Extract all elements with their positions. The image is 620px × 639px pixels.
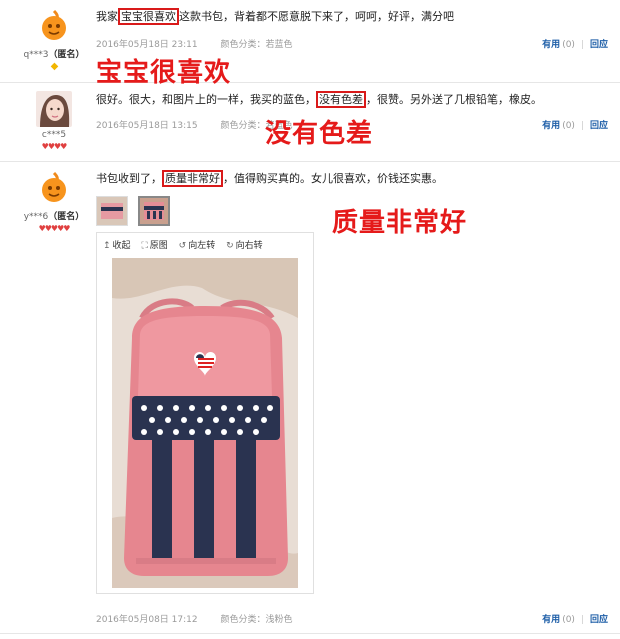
username-text: q***3	[23, 50, 49, 60]
collapse-button[interactable]: ↥ 收起	[103, 241, 131, 251]
original-label: 原图	[149, 241, 168, 251]
review-item: q***3（匿名） ◆ 我家 宝宝很喜欢 这款书包，背着都不愿意脱下来了，呵呵，好评…	[0, 0, 620, 88]
useful-button[interactable]: 有用	[542, 40, 560, 50]
user-photo-icon	[36, 91, 72, 127]
username-text: y***6	[23, 212, 49, 222]
category-label: 颜色分类：	[220, 615, 266, 625]
review-meta: 2016年05月18日 23:11 颜色分类：若蓝色	[96, 37, 293, 50]
rank-icon: ◆	[50, 61, 59, 72]
highlight-box: 宝宝很喜欢	[118, 8, 179, 25]
rank-hearts-icon: ♥♥♥♥♥	[38, 224, 71, 233]
rotate-left-icon: ↺	[178, 241, 187, 251]
pink-backpack-image	[112, 258, 298, 588]
avatar[interactable]	[36, 170, 72, 206]
reply-button[interactable]: 回应	[590, 615, 608, 625]
rotate-left-button[interactable]: ↺ 向左转	[179, 241, 216, 251]
annotation-text: 质量非常好	[332, 208, 468, 238]
divider: |	[580, 40, 584, 50]
highlight-box: 质量非常好	[162, 170, 223, 187]
default-avatar-icon	[36, 8, 72, 44]
viewer-toolbar: ↥ 收起 ⛶ 原图 ↺ 向左转 ↻ 向右转	[97, 233, 313, 251]
review-text-part: 这款书包，背着都不愿意脱下来了，呵呵，好评，满分吧	[179, 10, 454, 23]
anonymous-tag: （匿名）	[48, 212, 85, 222]
review-actions: 有用 (0) | 回应	[542, 37, 608, 50]
color-category: 颜色分类：浅粉色	[220, 615, 292, 625]
divider: |	[580, 615, 584, 625]
anonymous-tag: （匿名）	[48, 50, 85, 60]
useful-count: (0)	[562, 40, 575, 50]
review-date: 2016年05月08日 17:12	[96, 615, 198, 625]
review-text-part: 我家	[96, 10, 118, 23]
useful-button[interactable]: 有用	[542, 121, 560, 131]
review-meta: 2016年05月08日 17:12 颜色分类：浅粉色	[96, 612, 293, 625]
category-value: 浅粉色	[265, 615, 293, 625]
reviewer-info: q***3（匿名） ◆	[22, 8, 86, 72]
collapse-icon: ↥	[103, 241, 111, 251]
username[interactable]: y***6（匿名）	[22, 209, 86, 222]
review-meta: 2016年05月18日 13:15 颜色分类：若蓝色	[96, 118, 293, 131]
divider: |	[580, 121, 584, 131]
useful-count: (0)	[562, 121, 575, 131]
review-date: 2016年05月18日 13:15	[96, 121, 198, 131]
review-text-part: 很好。很大，和图片上的一样，我买的蓝色，	[96, 93, 316, 106]
avatar[interactable]	[36, 8, 72, 44]
review-text: 书包收到了， 质量非常好 ，值得购买真的。女儿很喜欢，价钱还实惠。	[96, 170, 608, 187]
expand-icon: ⛶	[141, 241, 148, 251]
reviewer-info: y***6（匿名） ♥♥♥♥♥	[22, 170, 86, 233]
reply-button[interactable]: 回应	[590, 121, 608, 131]
rotate-left-label: 向左转	[188, 241, 216, 251]
thumbnail-image-icon	[97, 197, 127, 225]
review-content: 书包收到了， 质量非常好 ，值得购买真的。女儿很喜欢，价钱还实惠。 ↥ 收起 ⛶…	[96, 170, 608, 632]
rank-hearts-icon: ♥♥♥♥	[41, 142, 68, 151]
review-actions: 有用 (0) | 回应	[542, 612, 608, 625]
username-text: c***5	[41, 130, 67, 140]
review-item: y***6（匿名） ♥♥♥♥♥ 书包收到了， 质量非常好 ，值得购买真的。女儿很喜欢…	[0, 162, 620, 634]
category-label: 颜色分类：	[220, 121, 266, 131]
username[interactable]: c***5	[22, 130, 86, 140]
product-photo[interactable]	[112, 258, 298, 588]
review-text-part: ，很赞。另外送了几根铅笔，橡皮。	[366, 93, 542, 106]
review-date: 2016年05月18日 23:11	[96, 40, 198, 50]
category-label: 颜色分类：	[220, 40, 266, 50]
annotation-text: 没有色差	[265, 119, 374, 149]
rotate-right-label: 向右转	[235, 241, 263, 251]
reviewer-info: c***5 ♥♥♥♥	[22, 91, 86, 151]
thumbnail-image-icon	[139, 198, 168, 224]
review-text: 很好。很大，和图片上的一样，我买的蓝色， 没有色差 ，很赞。另外送了几根铅笔，橡皮。	[96, 91, 608, 108]
review-actions: 有用 (0) | 回应	[542, 118, 608, 131]
rotate-right-icon: ↻	[226, 241, 234, 251]
useful-count: (0)	[562, 615, 575, 625]
collapse-label: 收起	[112, 241, 131, 251]
rotate-right-button[interactable]: ↻ 向右转	[226, 241, 263, 251]
username[interactable]: q***3（匿名）	[22, 47, 86, 60]
review-text-part: ，值得购买真的。女儿很喜欢，价钱还实惠。	[223, 172, 443, 185]
original-button[interactable]: ⛶ 原图	[141, 241, 167, 251]
highlight-box: 没有色差	[316, 91, 366, 108]
photo-thumbnails	[96, 196, 176, 226]
review-text-part: 书包收到了，	[96, 172, 162, 185]
default-avatar-icon	[36, 170, 72, 206]
photo-thumbnail-selected[interactable]	[137, 196, 170, 226]
review-text: 我家 宝宝很喜欢 这款书包，背着都不愿意脱下来了，呵呵，好评，满分吧	[96, 8, 608, 25]
photo-thumbnail[interactable]	[96, 196, 128, 226]
photo-viewer: ↥ 收起 ⛶ 原图 ↺ 向左转 ↻ 向右转	[96, 232, 314, 594]
useful-button[interactable]: 有用	[542, 615, 560, 625]
review-item: c***5 ♥♥♥♥ 很好。很大，和图片上的一样，我买的蓝色， 没有色差 ，很赞。另…	[0, 83, 620, 162]
reply-button[interactable]: 回应	[590, 40, 608, 50]
avatar[interactable]	[36, 91, 72, 127]
color-category: 颜色分类：若蓝色	[220, 40, 292, 50]
category-value: 若蓝色	[265, 40, 293, 50]
